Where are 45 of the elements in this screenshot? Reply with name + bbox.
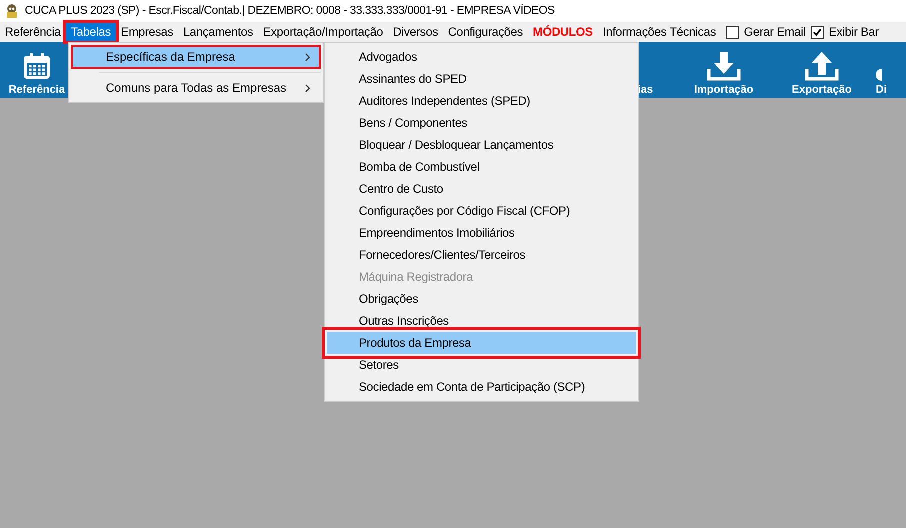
menu-item[interactable]: Informações Técnicas bbox=[598, 23, 722, 41]
calendar-icon bbox=[22, 51, 52, 81]
menu-item[interactable]: Centro de Custo bbox=[327, 178, 636, 200]
menu-item[interactable]: Outras Inscrições bbox=[327, 310, 636, 332]
menu-item[interactable]: Assinantes do SPED bbox=[327, 68, 636, 90]
toolbar-label: Importação bbox=[694, 84, 754, 96]
checkbox-option[interactable]: Exibir Bar bbox=[810, 25, 879, 39]
menu-item[interactable]: Configurações por Código Fiscal (CFOP) bbox=[327, 200, 636, 222]
menu-item[interactable]: Configurações bbox=[443, 23, 528, 41]
toolbar-label: Exportação bbox=[792, 84, 852, 96]
checkbox-option[interactable]: Gerar Email bbox=[726, 25, 806, 39]
toolbar-button[interactable]: Referência bbox=[4, 42, 70, 98]
menu-item[interactable]: Tabelas bbox=[66, 23, 116, 41]
toolbar-button[interactable]: ias bbox=[638, 42, 654, 98]
menu-item[interactable]: Setores bbox=[327, 354, 636, 376]
toolbar-label: Di bbox=[876, 84, 887, 96]
menu-item[interactable]: Sociedade em Conta de Participação (SCP) bbox=[327, 376, 636, 398]
toolbar-button[interactable]: Importação bbox=[688, 42, 760, 98]
toolbar-label: Referência bbox=[8, 84, 66, 96]
menu-item[interactable]: Exportação/Importação bbox=[258, 23, 388, 41]
menu-item[interactable]: Advogados bbox=[327, 46, 636, 68]
toolbar-button[interactable]: Exportação bbox=[786, 42, 858, 98]
app-logo-icon bbox=[4, 3, 20, 19]
download-icon bbox=[707, 51, 741, 81]
menu-item[interactable]: MÓDULOS bbox=[528, 23, 598, 41]
menu-item[interactable]: Produtos da Empresa bbox=[327, 332, 636, 354]
menu-item[interactable]: Diversos bbox=[388, 23, 444, 41]
menu-item[interactable]: Lançamentos bbox=[178, 23, 258, 41]
menu-item[interactable]: Obrigações bbox=[327, 288, 636, 310]
checkbox[interactable] bbox=[810, 26, 824, 38]
menu-item[interactable]: Bloquear / Desbloquear Lançamentos bbox=[327, 134, 636, 156]
checkbox[interactable] bbox=[726, 26, 740, 38]
window-title: CUCA PLUS 2023 (SP) - Escr.Fiscal/Contab.| DEZEMBRO: 0008 - 33.333.333/0001-91 - EMPRESA VÍDEOS bbox=[25, 5, 555, 17]
toolbar-button[interactable]: Di bbox=[876, 42, 896, 98]
upload-icon bbox=[805, 51, 839, 81]
toolbar-label: ias bbox=[638, 84, 654, 96]
menu-item[interactable]: Comuns para Todas as Empresas bbox=[71, 76, 321, 100]
menu-item[interactable]: Fornecedores/Clientes/Terceiros bbox=[327, 244, 636, 266]
menu-item[interactable]: Bens / Componentes bbox=[327, 112, 636, 134]
menu-item[interactable]: Específicas da Empresa bbox=[71, 45, 321, 69]
menu-item[interactable]: Empresas bbox=[116, 23, 178, 41]
menu-item[interactable]: Referência bbox=[0, 23, 66, 41]
menu-item[interactable]: Bomba de Combustível bbox=[327, 156, 636, 178]
menu-item[interactable]: Empreendimentos Imobiliários bbox=[327, 222, 636, 244]
menu-item[interactable]: Auditores Independentes (SPED) bbox=[327, 90, 636, 112]
